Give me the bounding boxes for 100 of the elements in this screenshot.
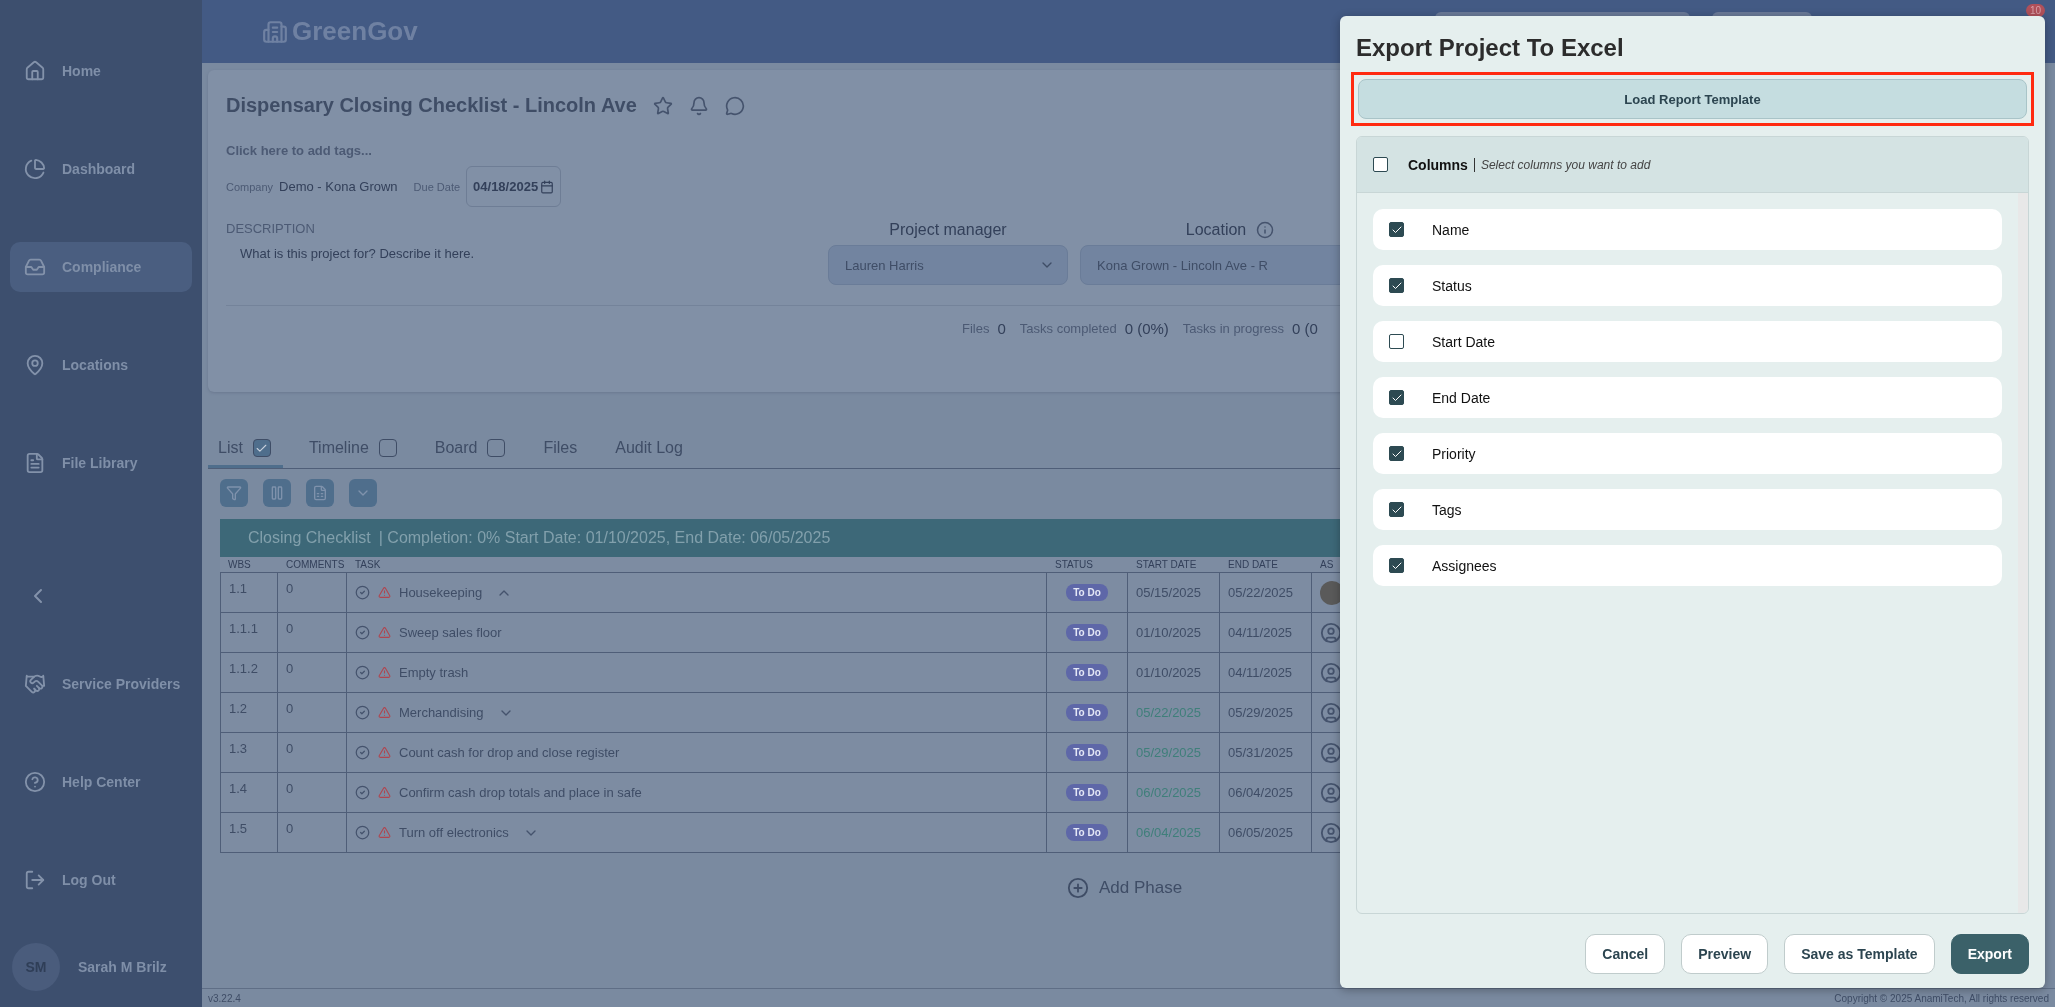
project-manager-label: Project manager xyxy=(889,221,1007,239)
spreadsheet-button[interactable] xyxy=(306,479,334,507)
assignee-avatar[interactable] xyxy=(1320,580,1340,605)
checkbox[interactable] xyxy=(1389,446,1404,461)
table-cell: 1.4 xyxy=(220,773,278,813)
column-option-label: Name xyxy=(1432,221,1470,238)
dialog-button[interactable]: Save as Template xyxy=(1784,934,1935,974)
warning-icon xyxy=(378,666,391,679)
bell-icon[interactable] xyxy=(688,95,709,116)
task-name[interactable]: Count cash for drop and close register xyxy=(399,745,620,760)
pin-icon xyxy=(24,354,46,376)
home-icon xyxy=(24,60,46,82)
checkbox[interactable] xyxy=(1373,157,1388,172)
add-phase-button[interactable]: Add Phase xyxy=(1067,877,1183,899)
task-name[interactable]: Merchandising xyxy=(399,705,484,720)
checkbox[interactable] xyxy=(487,439,506,457)
copyright-text: Copyright © 2025 AnamiTech, All rights reserved xyxy=(1834,992,2049,1004)
column-option[interactable]: Name xyxy=(1373,209,2002,250)
view-tab[interactable]: Audit Log xyxy=(605,439,695,468)
filter-button[interactable] xyxy=(220,479,248,507)
sidebar-item[interactable]: Home xyxy=(10,46,192,96)
pause-button[interactable] xyxy=(263,479,291,507)
due-date-field[interactable]: 04/18/2025 xyxy=(466,166,562,207)
check-circle-icon[interactable] xyxy=(355,785,370,800)
sidebar-item[interactable]: File Library xyxy=(10,438,192,488)
user-icon[interactable] xyxy=(1320,781,1340,804)
column-option[interactable]: Tags xyxy=(1373,489,2002,530)
comment-icon[interactable] xyxy=(724,95,745,116)
pie-chart-icon xyxy=(24,158,46,180)
view-tab[interactable]: Timeline xyxy=(298,439,409,468)
table-cell: 05/31/2025 xyxy=(1220,733,1312,773)
task-name[interactable]: Sweep sales floor xyxy=(399,625,502,640)
column-option[interactable]: Priority xyxy=(1373,433,2002,474)
task-name[interactable]: Confirm cash drop totals and place in safe xyxy=(399,785,642,800)
project-manager-select[interactable]: Lauren Harris xyxy=(828,245,1068,285)
check-circle-icon[interactable] xyxy=(355,745,370,760)
checkbox[interactable] xyxy=(1389,222,1404,237)
task-name[interactable]: Turn off electronics xyxy=(399,825,509,840)
spreadsheet-icon xyxy=(312,485,328,501)
column-option[interactable]: Status xyxy=(1373,265,2002,306)
dialog-title: Export Project To Excel xyxy=(1356,34,1625,62)
checkbox[interactable] xyxy=(1389,278,1404,293)
warning-icon xyxy=(378,626,391,639)
load-template-button[interactable]: Load Report Template xyxy=(1358,79,2027,119)
dialog-button[interactable]: Export xyxy=(1950,934,2029,974)
user-icon[interactable] xyxy=(1320,741,1340,764)
table-cell: 04/11/2025 xyxy=(1220,613,1312,653)
checkbox[interactable] xyxy=(1389,390,1404,405)
checkbox[interactable] xyxy=(1389,502,1404,517)
table-cell: 06/05/2025 xyxy=(1220,813,1312,853)
checkbox[interactable] xyxy=(378,439,397,457)
check-circle-icon[interactable] xyxy=(355,585,370,600)
table-cell: 05/15/2025 xyxy=(1128,573,1220,613)
sidebar-item[interactable]: Dashboard xyxy=(10,144,192,194)
checkbox[interactable] xyxy=(252,439,271,457)
table-cell: 0 xyxy=(278,573,347,613)
star-icon[interactable] xyxy=(652,95,673,116)
table-cell: 05/22/2025 xyxy=(1128,693,1220,733)
check-circle-icon[interactable] xyxy=(355,625,370,640)
table-cell: 05/29/2025 xyxy=(1220,693,1312,733)
checkbox[interactable] xyxy=(1389,334,1404,349)
check-circle-icon[interactable] xyxy=(355,665,370,680)
dialog-button[interactable]: Cancel xyxy=(1585,934,1666,974)
check-circle-icon[interactable] xyxy=(355,705,370,720)
user-icon[interactable] xyxy=(1320,621,1340,644)
view-tab[interactable]: Files xyxy=(533,439,590,468)
logout-icon xyxy=(24,869,46,891)
column-option[interactable]: Start Date xyxy=(1373,321,2002,362)
company-value: Demo - Kona Grown xyxy=(279,179,398,194)
column-header: STATUS xyxy=(1047,557,1128,573)
pause-icon xyxy=(269,485,285,501)
column-option[interactable]: Assignees xyxy=(1373,545,2002,586)
user-icon[interactable] xyxy=(1320,821,1340,844)
sidebar-item[interactable]: Service Providers xyxy=(10,659,192,709)
view-tab[interactable]: List xyxy=(208,439,283,468)
sidebar-item[interactable]: Locations xyxy=(10,340,192,390)
user-icon[interactable] xyxy=(1320,661,1340,684)
location-select[interactable]: Kona Grown - Lincoln Ave - R xyxy=(1080,245,1340,285)
task-name[interactable]: Empty trash xyxy=(399,665,469,680)
table-cell: 1.1.2 xyxy=(220,653,278,693)
user-name: Sarah M Brilz xyxy=(78,959,167,975)
checkbox[interactable] xyxy=(1389,558,1404,573)
dropdown-button[interactable] xyxy=(349,479,377,507)
dialog-button[interactable]: Preview xyxy=(1681,934,1769,974)
table-cell: 01/10/2025 xyxy=(1128,653,1220,693)
check-circle-icon[interactable] xyxy=(355,825,370,840)
description-field[interactable]: What is this project for? Describe it here. xyxy=(226,246,816,261)
status-badge: To Do xyxy=(1066,664,1108,681)
task-name[interactable]: Housekeeping xyxy=(399,585,483,600)
warning-icon xyxy=(378,586,391,599)
view-tab[interactable]: Board xyxy=(424,439,518,468)
calendar-icon[interactable] xyxy=(540,179,555,194)
user-icon[interactable] xyxy=(1320,701,1340,724)
column-option-label: Tags xyxy=(1432,501,1462,518)
sidebar-item[interactable]: Help Center xyxy=(10,757,192,807)
info-icon[interactable] xyxy=(1256,221,1275,239)
table-cell: 0 xyxy=(278,733,347,773)
column-option[interactable]: End Date xyxy=(1373,377,2002,418)
sidebar-item[interactable]: Log Out xyxy=(10,855,192,905)
phase-summary: | Completion: 0% Start Date: 01/10/2025, End Date: 06/05/2025 xyxy=(378,529,831,547)
